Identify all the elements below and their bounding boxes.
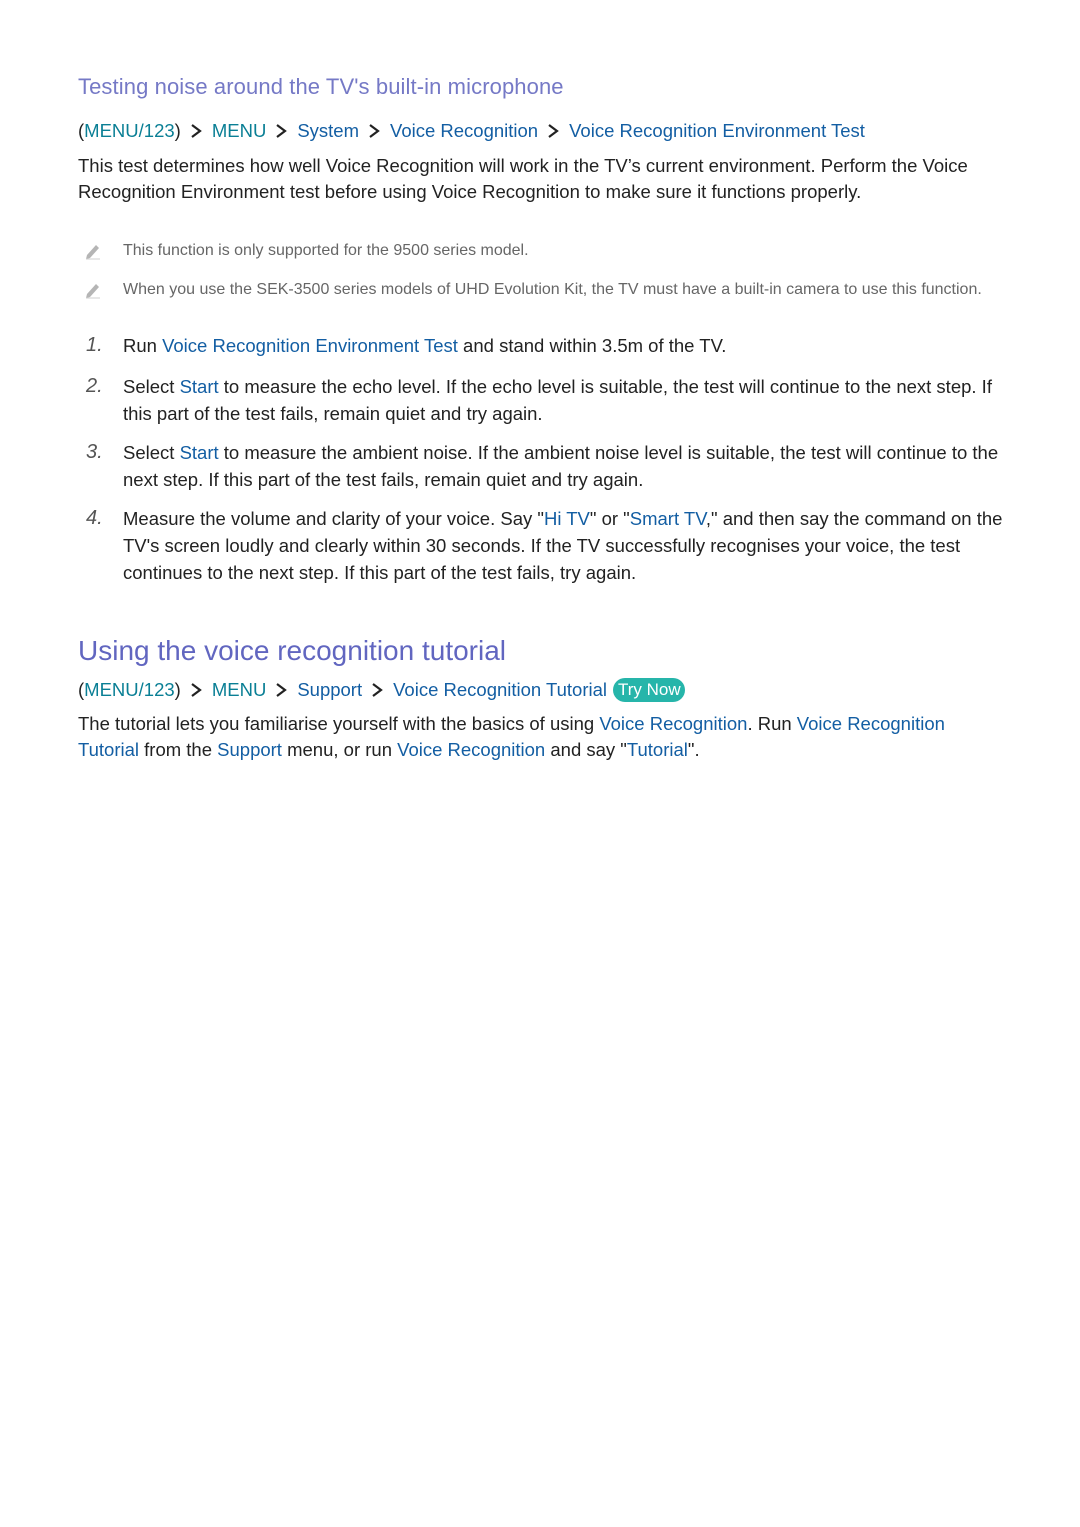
inline-link[interactable]: Voice Recognition (599, 713, 747, 734)
step-number: 3. (86, 441, 103, 463)
inline-text: " or " (589, 508, 630, 529)
pencil-icon (84, 242, 102, 260)
inline-link[interactable]: Support (217, 739, 282, 760)
step-number: 4. (86, 507, 103, 529)
inline-text: to measure the echo level. If the echo l… (123, 376, 992, 424)
inline-link[interactable]: Start (180, 376, 219, 397)
breadcrumb: (MENU/123) MENU System Voice Recognition… (78, 120, 865, 142)
inline-link[interactable]: Voice Recognition (397, 739, 545, 760)
inline-link[interactable]: Smart TV (630, 508, 706, 529)
step-number: 1. (86, 334, 103, 356)
step-text: Run Voice Recognition Environment Test a… (78, 332, 1008, 359)
inline-link[interactable]: Voice Recognition Environment Test (162, 335, 458, 356)
inline-text: and stand within 3.5m of the TV. (457, 335, 727, 356)
inline-text: Measure the volume and clarity of your v… (123, 508, 544, 529)
breadcrumb-item-menu[interactable]: MENU (212, 679, 266, 701)
section-subheading: Testing noise around the TV's built-in m… (78, 74, 564, 99)
breadcrumb-item-system[interactable]: System (297, 120, 359, 142)
breadcrumb-prefix[interactable]: MENU/123 (84, 120, 174, 142)
note: When you use the SEK-3500 series models … (78, 278, 1008, 301)
chevron-right-icon (188, 682, 204, 698)
inline-text: Run (123, 335, 163, 356)
try-now-button[interactable]: Try Now (613, 678, 685, 702)
inline-text: . Run (747, 713, 797, 734)
note-text: When you use the SEK-3500 series models … (123, 281, 982, 298)
inline-text: The tutorial lets you familiarise yourse… (78, 713, 600, 734)
step-item: 3. Select Start to measure the ambient n… (78, 439, 1008, 493)
chevron-right-icon (545, 123, 561, 139)
chevron-right-icon (273, 123, 289, 139)
breadcrumb: (MENU/123) MENU Support Voice Recognitio… (78, 678, 685, 702)
tutorial-paragraph: The tutorial lets you familiarise yourse… (78, 711, 998, 762)
inline-link[interactable]: Start (180, 442, 219, 463)
section-heading: Using the voice recognition tutorial (78, 635, 507, 666)
step-item: 2. Select Start to measure the echo leve… (78, 373, 1008, 427)
breadcrumb-item-voice-recognition-tutorial[interactable]: Voice Recognition Tutorial (393, 679, 607, 701)
note-text: This function is only supported for the … (123, 242, 529, 259)
inline-link[interactable]: Hi TV (544, 508, 590, 529)
breadcrumb-item-environment-test[interactable]: Voice Recognition Environment Test (569, 120, 865, 142)
inline-text: ". (687, 738, 700, 760)
inline-text: from the (139, 738, 218, 760)
breadcrumb-item-voice-recognition[interactable]: Voice Recognition (390, 120, 538, 142)
intro-paragraph: This test determines how well Voice Reco… (78, 155, 968, 202)
chevron-right-icon (273, 682, 289, 698)
inline-text: Select (123, 442, 180, 463)
step-text: Measure the volume and clarity of your v… (78, 505, 1008, 586)
breadcrumb-item-support[interactable]: Support (297, 679, 362, 701)
chevron-right-icon (369, 682, 385, 698)
inline-text: Select (123, 376, 180, 397)
inline-text: menu, or run (281, 738, 398, 760)
chevron-right-icon (366, 123, 382, 139)
inline-text: and say " (545, 738, 627, 760)
chevron-right-icon (188, 123, 204, 139)
step-number: 2. (86, 375, 103, 397)
note: This function is only supported for the … (78, 239, 1008, 262)
step-item: 4. Measure the volume and clarity of you… (78, 505, 1008, 586)
step-text: Select Start to measure the ambient nois… (78, 439, 1008, 493)
inline-link[interactable]: Tutorial (627, 739, 688, 760)
breadcrumb-prefix[interactable]: MENU/123 (84, 679, 174, 701)
breadcrumb-item-menu[interactable]: MENU (212, 120, 266, 142)
step-item: 1. Run Voice Recognition Environment Tes… (78, 332, 1008, 359)
inline-text: to measure the ambient noise. If the amb… (123, 442, 999, 490)
pencil-icon (84, 281, 102, 299)
step-text: Select Start to measure the echo level. … (78, 373, 1008, 427)
